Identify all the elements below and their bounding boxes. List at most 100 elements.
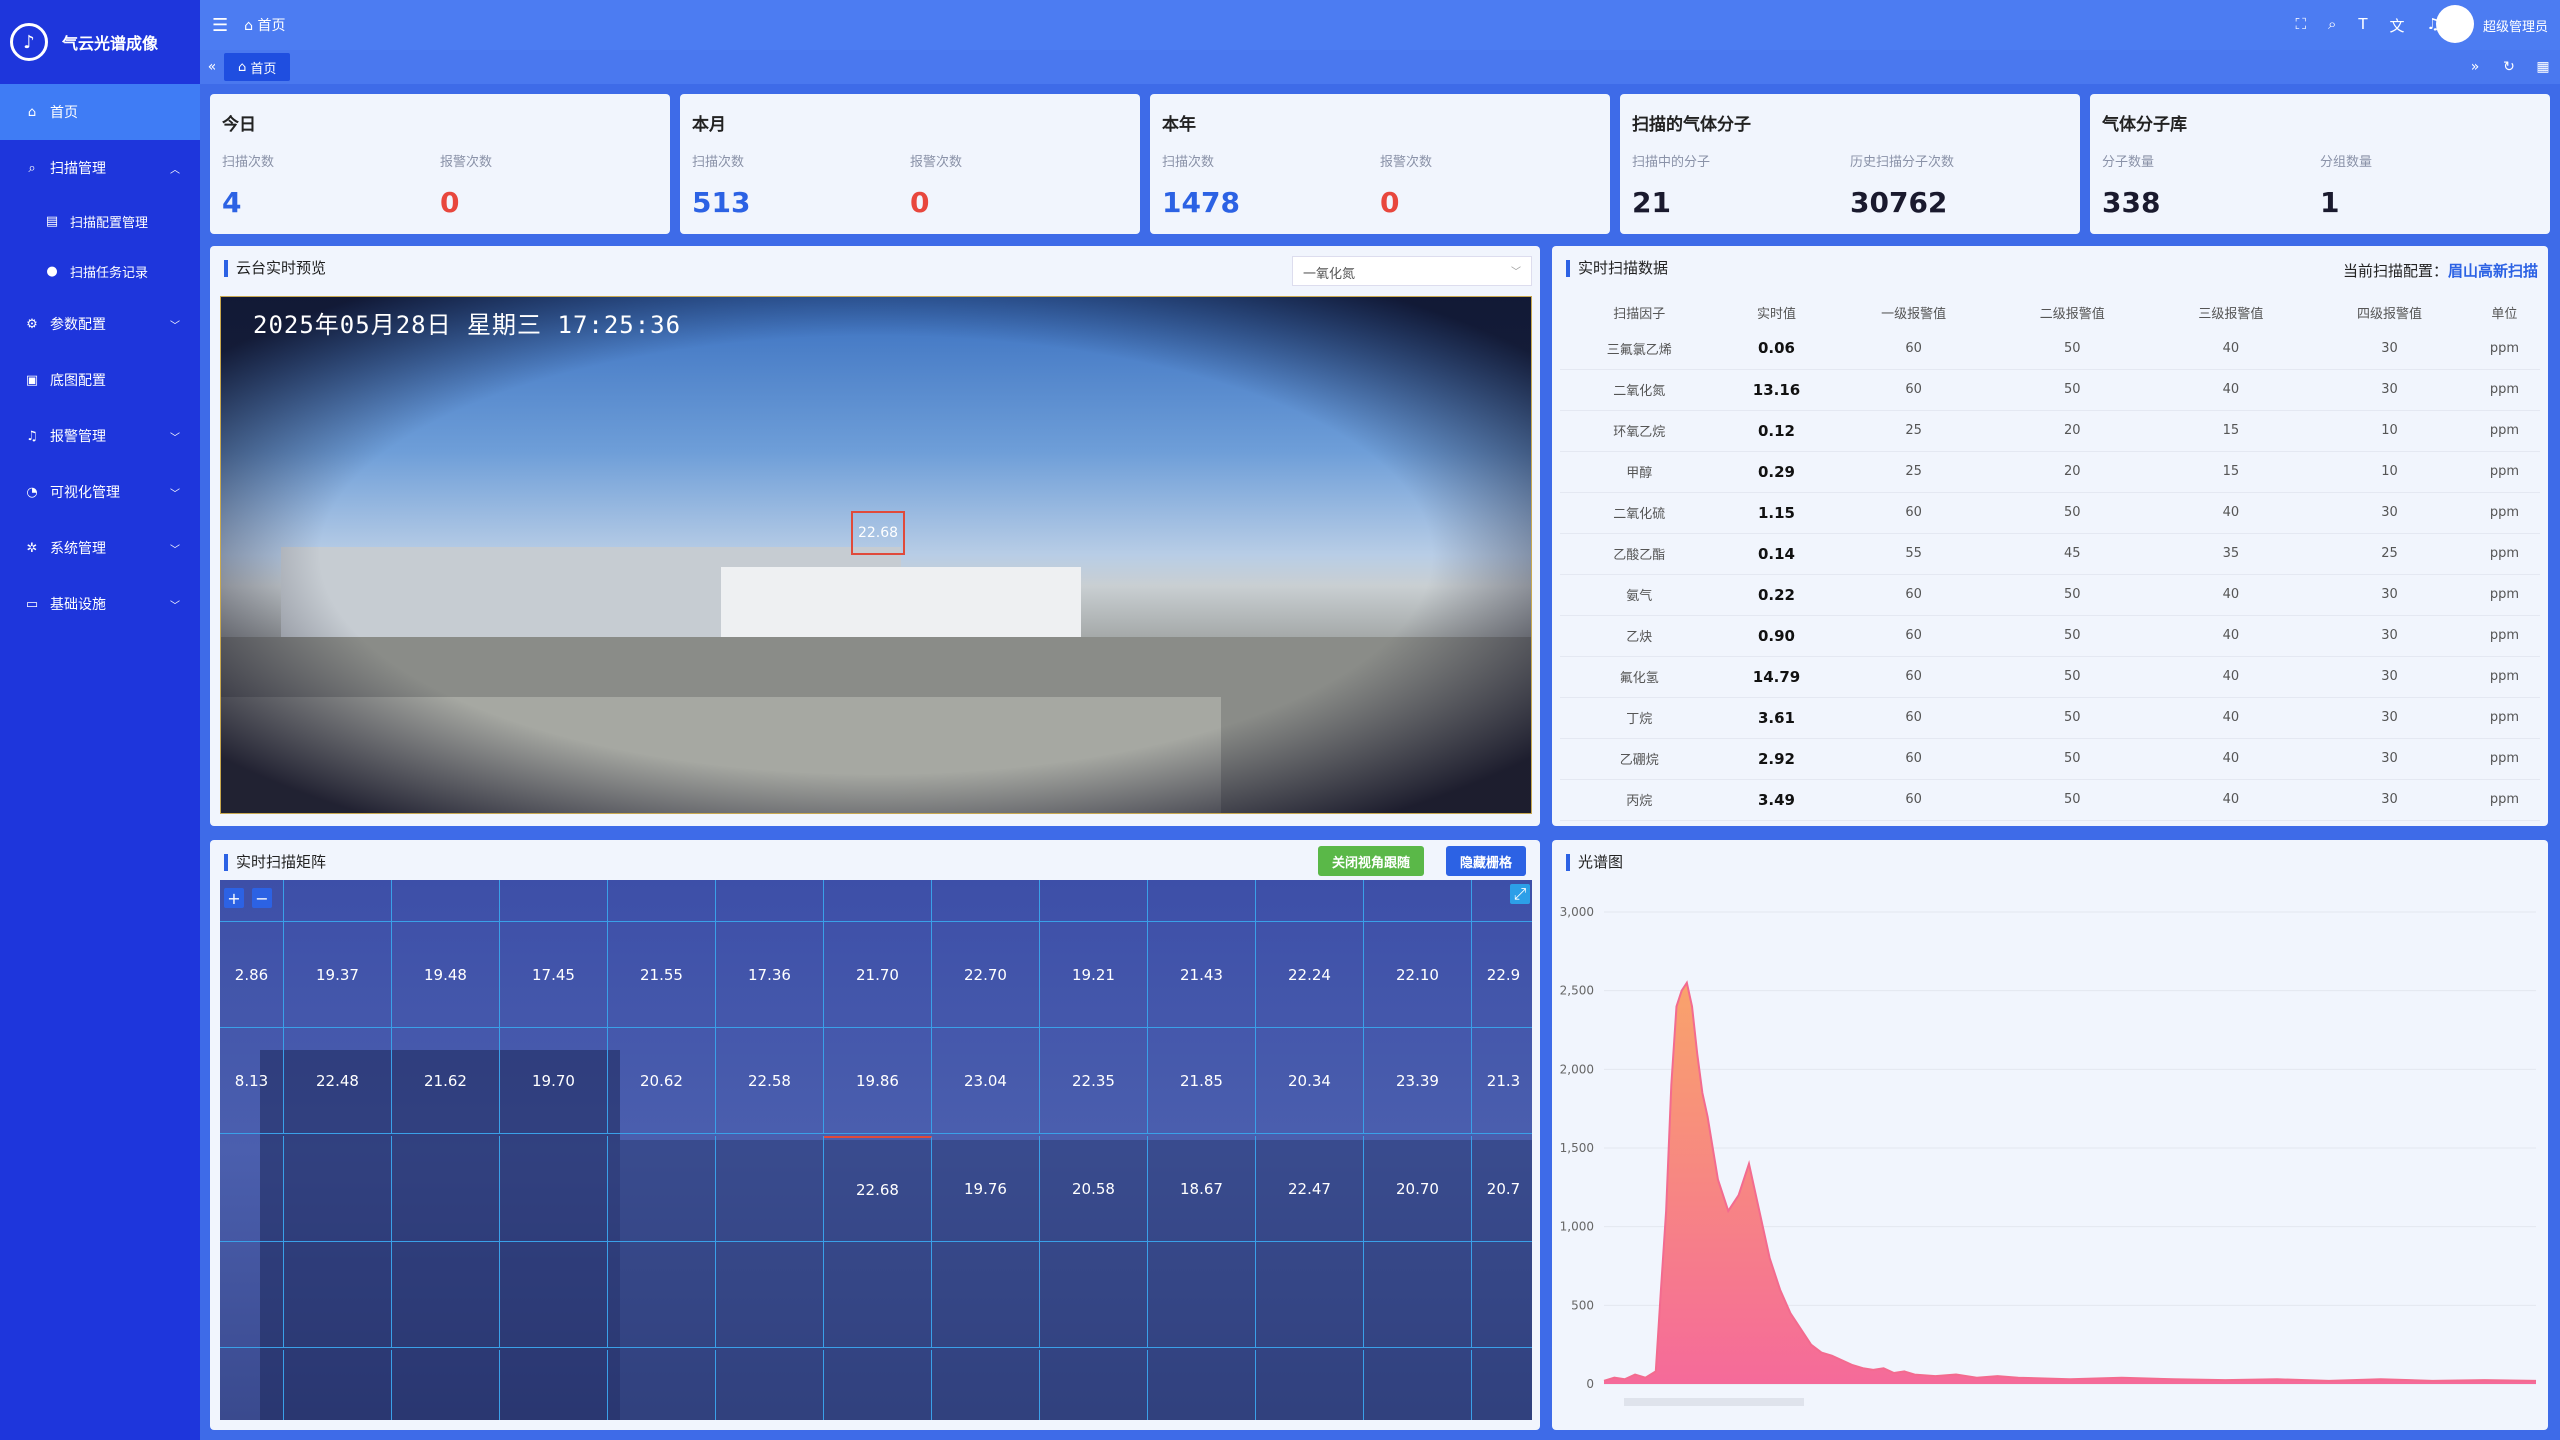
matrix-cell: 21.70 [824, 922, 932, 1028]
camera-feed[interactable]: 2025年05月28日 星期三 17:25:36 22.68 [220, 296, 1532, 814]
table-row[interactable]: 甲醇 0.29 25 20 15 10 ppm [1560, 451, 2540, 493]
table-cell: 30 [2310, 328, 2469, 370]
grid-icon[interactable]: ▦ [2526, 50, 2560, 84]
close-view-follow-button[interactable]: 关闭视角跟随 [1318, 846, 1425, 876]
sidebar-item-alarm[interactable]: ♫ 报警管理 ﹀ [0, 408, 200, 464]
table-row[interactable]: 环氧乙烷 0.12 25 20 15 10 ppm [1560, 410, 2540, 452]
table-cell: 0.06 [1718, 328, 1835, 370]
table-cell: 50 [1992, 697, 2152, 739]
font-size-icon[interactable]: T [2358, 15, 2367, 36]
table-cell: 30 [2310, 492, 2469, 534]
matrix-cell [824, 1350, 932, 1420]
chevron-down-icon: ﹀ [170, 432, 180, 444]
table-row[interactable]: 二氧化氮 13.16 60 50 40 30 ppm [1560, 369, 2540, 411]
table-row[interactable]: 氨气 0.22 60 50 40 30 ppm [1560, 574, 2540, 616]
table-cell: 30 [2310, 738, 2469, 780]
table-cell: 60 [1834, 574, 1993, 616]
table-row[interactable]: 丙烷 3.49 60 50 40 30 ppm [1560, 779, 2540, 821]
stat-value: 0 [440, 186, 460, 219]
menu-toggle-icon[interactable]: ☰ [212, 15, 228, 36]
table-cell: 60 [1834, 328, 1993, 370]
sidebar-item-label: 底图配置 [50, 373, 106, 389]
gas-select[interactable]: 一氧化氮 ﹀ [1292, 256, 1532, 286]
table-cell: ppm [2468, 369, 2540, 411]
stat-label: 分子数量 [2102, 155, 2155, 170]
sidebar-item-label: 可视化管理 [50, 485, 120, 501]
brand-name: 气云光谱成像 [62, 34, 159, 53]
sidebar-item-home[interactable]: ⌂ 首页 [0, 84, 200, 140]
table-row[interactable]: 丁烷 3.61 60 50 40 30 ppm [1560, 697, 2540, 739]
sidebar-item-scan-records[interactable]: ● 扫描任务记录 [0, 246, 200, 296]
sidebar-item-visual[interactable]: ◔ 可视化管理 ﹀ [0, 464, 200, 520]
table-cell: 0.29 [1718, 451, 1835, 493]
tabs-scroll-left-icon[interactable]: « [200, 59, 224, 75]
chart-scrollbar[interactable] [1624, 1398, 1804, 1406]
scan-config-value[interactable]: 眉山高新扫描 [2448, 262, 2538, 280]
zoom-in-button[interactable]: + [224, 888, 244, 908]
scan-matrix[interactable]: 2.86 19.37 19.48 17.45 21.55 17.36 21.70 22.70 1… [220, 880, 1532, 1420]
sidebar-item-scan-config[interactable]: ▤ 扫描配置管理 [0, 196, 200, 246]
matrix-cell [500, 1242, 608, 1348]
table-row[interactable]: 乙酸乙酯 0.14 55 45 35 25 ppm [1560, 533, 2540, 575]
table-cell: 13.16 [1718, 369, 1835, 411]
brand[interactable]: ♪ 气云光谱成像 [0, 0, 200, 84]
sidebar-item-system[interactable]: ✲ 系统管理 ﹀ [0, 520, 200, 576]
refresh-icon[interactable]: ↻ [2492, 50, 2526, 84]
matrix-cell [1148, 880, 1256, 922]
column-header: 实时值 [1756, 306, 1796, 322]
scan-config-label: 当前扫描配置： [2342, 262, 2448, 280]
tab-bar: « ⌂ 首页 » ↻ ▦ [200, 50, 2560, 84]
avatar[interactable] [2436, 5, 2474, 43]
table-cell: 0.90 [1718, 615, 1835, 657]
table-cell: ppm [2468, 492, 2540, 534]
panel-title: 实时扫描矩阵 [224, 854, 326, 871]
user-name[interactable]: 超级管理员 [2483, 16, 2548, 35]
table-row[interactable]: 乙硼烷 2.92 60 50 40 30 ppm [1560, 738, 2540, 780]
tab-home[interactable]: ⌂ 首页 [224, 53, 291, 81]
scan-data-table: 扫描因子 实时值 一级报警值 二级报警值 三级报警值 四级报警值 单位 三氟氯乙烯 0.06 6… [1560, 296, 2540, 821]
translate-icon[interactable]: 文 [2390, 15, 2405, 36]
chart-icon: ◔ [26, 484, 38, 500]
table-cell: 60 [1834, 492, 1993, 534]
sidebar-item-params[interactable]: ⚙ 参数配置 ﹀ [0, 296, 200, 352]
matrix-cell: 21.3 [1472, 1028, 1532, 1134]
table-cell: 二氧化硫 [1560, 492, 1719, 534]
table-row[interactable]: 二氧化硫 1.15 60 50 40 30 ppm [1560, 492, 2540, 534]
table-row[interactable]: 氟化氢 14.79 60 50 40 30 ppm [1560, 656, 2540, 698]
chevron-down-icon: ﹀ [170, 600, 180, 612]
matrix-cell [932, 1350, 1040, 1420]
expand-icon[interactable]: ⤢ [1510, 884, 1530, 904]
table-row[interactable]: 乙炔 0.90 60 50 40 30 ppm [1560, 615, 2540, 657]
table-cell: 50 [1992, 779, 2152, 821]
matrix-cell [608, 1136, 716, 1242]
matrix-cell: 20.58 [1040, 1136, 1148, 1242]
column-header: 一级报警值 [1881, 306, 1947, 322]
sidebar-item-basemap[interactable]: ▣ 底图配置 [0, 352, 200, 408]
hide-grid-button[interactable]: 隐藏栅格 [1446, 846, 1527, 876]
table-cell: 25 [2310, 533, 2469, 575]
table-cell: 50 [1992, 738, 2152, 780]
table-cell: 40 [2151, 697, 2311, 739]
table-cell: ppm [2468, 656, 2540, 698]
table-row[interactable]: 三氟氯乙烯 0.06 60 50 40 30 ppm [1560, 328, 2540, 370]
spectrum-area [1604, 982, 2536, 1384]
table-cell: 2.92 [1718, 738, 1835, 780]
stat-label: 扫描次数 [1162, 155, 1215, 170]
sidebar-item-infra[interactable]: ▭ 基础设施 ﹀ [0, 576, 200, 632]
sidebar-item-label: 参数配置 [50, 317, 106, 333]
table-cell: 40 [2151, 492, 2311, 534]
sidebar-item-scan[interactable]: ⌕ 扫描管理 ︿ [0, 140, 200, 196]
target-marker[interactable]: 22.68 [851, 511, 905, 555]
search-icon[interactable]: ⌕ [2328, 15, 2336, 36]
matrix-cell: 21.85 [1148, 1028, 1256, 1134]
matrix-cell: 22.68 [824, 1136, 932, 1242]
table-cell: 甲醇 [1560, 451, 1719, 493]
matrix-cell [500, 1350, 608, 1420]
tabs-scroll-right-icon[interactable]: » [2458, 50, 2492, 84]
stat-value: 513 [692, 186, 751, 219]
fullscreen-icon[interactable]: ⛶ [2295, 15, 2306, 36]
stat-title: 本月 [692, 115, 726, 135]
table-cell: 25 [1834, 451, 1993, 493]
matrix-cell: 21.62 [392, 1028, 500, 1134]
zoom-out-button[interactable]: − [252, 888, 272, 908]
